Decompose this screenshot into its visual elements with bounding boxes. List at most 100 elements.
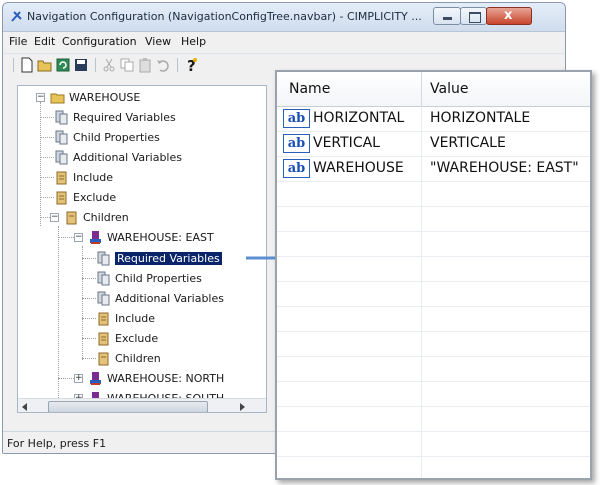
variable-name: WAREHOUSE — [313, 160, 404, 176]
grid-row-empty — [277, 282, 590, 307]
variables-grid: Name Value ab HORIZONTAL HORIZONTALE ab … — [275, 70, 592, 480]
grid-row-empty — [277, 257, 590, 282]
variables-icon — [97, 251, 110, 265]
tree-node-warehouse-north[interactable]: WAREHOUSE: NORTH — [88, 369, 224, 387]
collapse-east-toggle[interactable]: − — [74, 233, 83, 242]
string-variable-icon: ab — [283, 134, 310, 153]
tree-node-east-required-variables[interactable]: Required Variables — [96, 249, 222, 267]
new-icon[interactable] — [19, 57, 35, 73]
tree-node-label: WAREHOUSE: EAST — [107, 230, 214, 244]
tree-node-label: Required Variables — [115, 251, 222, 265]
grid-row-empty — [277, 432, 590, 457]
tree-node-exclude[interactable]: Exclude — [54, 188, 116, 206]
exclude-icon — [56, 191, 67, 204]
variable-name: VERTICAL — [313, 135, 380, 151]
tree-node-east-additional-variables[interactable]: Additional Variables — [96, 289, 224, 307]
variable-value[interactable]: HORIZONTALE — [430, 110, 530, 126]
paste-icon[interactable] — [137, 57, 153, 73]
minimize-icon — [443, 17, 452, 20]
navigation-tree[interactable]: − WAREHOUSE Required Variables Child Pro… — [17, 85, 267, 413]
warehouse-object-icon — [90, 371, 101, 385]
variable-name: HORIZONTAL — [313, 110, 405, 126]
menu-view[interactable]: View — [145, 35, 171, 48]
properties-icon — [97, 271, 110, 285]
tree-node-east-include[interactable]: Include — [96, 309, 155, 327]
grid-row-empty — [277, 307, 590, 332]
title-bar[interactable]: Navigation Configuration (NavigationConf… — [3, 3, 565, 32]
tree-vertical-scrollbar[interactable] — [266, 86, 267, 396]
refresh-icon[interactable] — [55, 57, 71, 73]
grid-row[interactable]: ab WAREHOUSE "WAREHOUSE: EAST" — [277, 157, 590, 182]
variables-icon — [55, 150, 68, 164]
maximize-button[interactable] — [460, 7, 487, 25]
tree-node-include[interactable]: Include — [54, 168, 113, 186]
scroll-thumb[interactable] — [48, 401, 208, 412]
scroll-right-icon[interactable] — [240, 403, 245, 411]
tree-node-label: Additional Variables — [73, 150, 182, 164]
variable-value[interactable]: VERTICALE — [430, 135, 506, 151]
variables-icon — [97, 291, 110, 305]
tree-node-additional-variables[interactable]: Additional Variables — [54, 148, 182, 166]
close-button[interactable]: x — [486, 7, 532, 25]
minimize-button[interactable] — [433, 7, 461, 25]
cut-icon[interactable] — [101, 57, 117, 73]
grid-row-empty — [277, 232, 590, 257]
tree-node-label: Exclude — [115, 331, 159, 345]
tree-node-label: Exclude — [73, 190, 117, 204]
include-icon — [56, 171, 67, 184]
tree-node-label: Children — [115, 351, 161, 365]
grid-header: Name Value — [277, 72, 590, 107]
variables-icon — [55, 110, 68, 124]
tree-node-label: Additional Variables — [115, 291, 224, 305]
grid-row-empty — [277, 182, 590, 207]
tree-node-warehouse-east[interactable]: WAREHOUSE: EAST — [88, 228, 214, 246]
copy-icon[interactable] — [119, 57, 135, 73]
app-icon — [11, 11, 22, 22]
tree-node-label: Child Properties — [115, 271, 202, 285]
grid-row-empty — [277, 407, 590, 432]
tree-node-label: Child Properties — [73, 130, 160, 144]
tree-node-label: Include — [73, 170, 114, 184]
tree-node-label: Children — [83, 210, 129, 224]
menu-edit[interactable]: Edit — [34, 35, 55, 48]
variable-value[interactable]: "WAREHOUSE: EAST" — [430, 160, 579, 176]
close-icon: x — [504, 8, 513, 23]
tree-node-children[interactable]: Children — [64, 208, 129, 226]
grid-row[interactable]: ab VERTICAL VERTICALE — [277, 132, 590, 157]
expand-north-toggle[interactable]: + — [74, 374, 83, 383]
window-title: Navigation Configuration (NavigationConf… — [27, 10, 422, 23]
tree-node-warehouse[interactable]: WAREHOUSE — [50, 88, 140, 106]
tree-node-child-properties[interactable]: Child Properties — [54, 128, 160, 146]
string-variable-icon: ab — [283, 159, 310, 178]
tree-node-east-children[interactable]: Children — [96, 349, 161, 367]
grid-row-empty — [277, 332, 590, 357]
tree-node-required-variables[interactable]: Required Variables — [54, 108, 176, 126]
menu-configuration[interactable]: Configuration — [62, 35, 137, 48]
menu-file[interactable]: File — [9, 35, 27, 48]
tree-node-east-child-properties[interactable]: Child Properties — [96, 269, 202, 287]
tree-horizontal-scrollbar[interactable] — [18, 398, 266, 412]
collapse-children-toggle[interactable]: − — [50, 213, 59, 222]
status-text: For Help, press F1 — [7, 437, 107, 450]
grid-row-empty — [277, 357, 590, 382]
include-icon — [98, 312, 109, 325]
grid-row[interactable]: ab HORIZONTAL HORIZONTALE — [277, 107, 590, 132]
column-header-value[interactable]: Value — [430, 81, 468, 97]
collapse-warehouse-toggle[interactable]: − — [36, 93, 45, 102]
tree-node-east-exclude[interactable]: Exclude — [96, 329, 158, 347]
properties-icon — [55, 130, 68, 144]
undo-icon[interactable] — [155, 57, 171, 73]
children-icon — [98, 352, 109, 365]
tree-node-label: WAREHOUSE — [69, 90, 141, 104]
save-icon[interactable] — [73, 57, 89, 73]
grid-row-empty — [277, 382, 590, 407]
scroll-left-icon[interactable] — [22, 403, 27, 411]
column-header-name[interactable]: Name — [289, 81, 330, 97]
help-icon[interactable]: ? — [183, 57, 199, 73]
menu-help[interactable]: Help — [181, 35, 206, 48]
string-variable-icon: ab — [283, 109, 310, 128]
exclude-icon — [98, 332, 109, 345]
grid-row-empty — [277, 207, 590, 232]
tree-node-label: Required Variables — [73, 110, 176, 124]
open-folder-icon[interactable] — [37, 57, 53, 73]
